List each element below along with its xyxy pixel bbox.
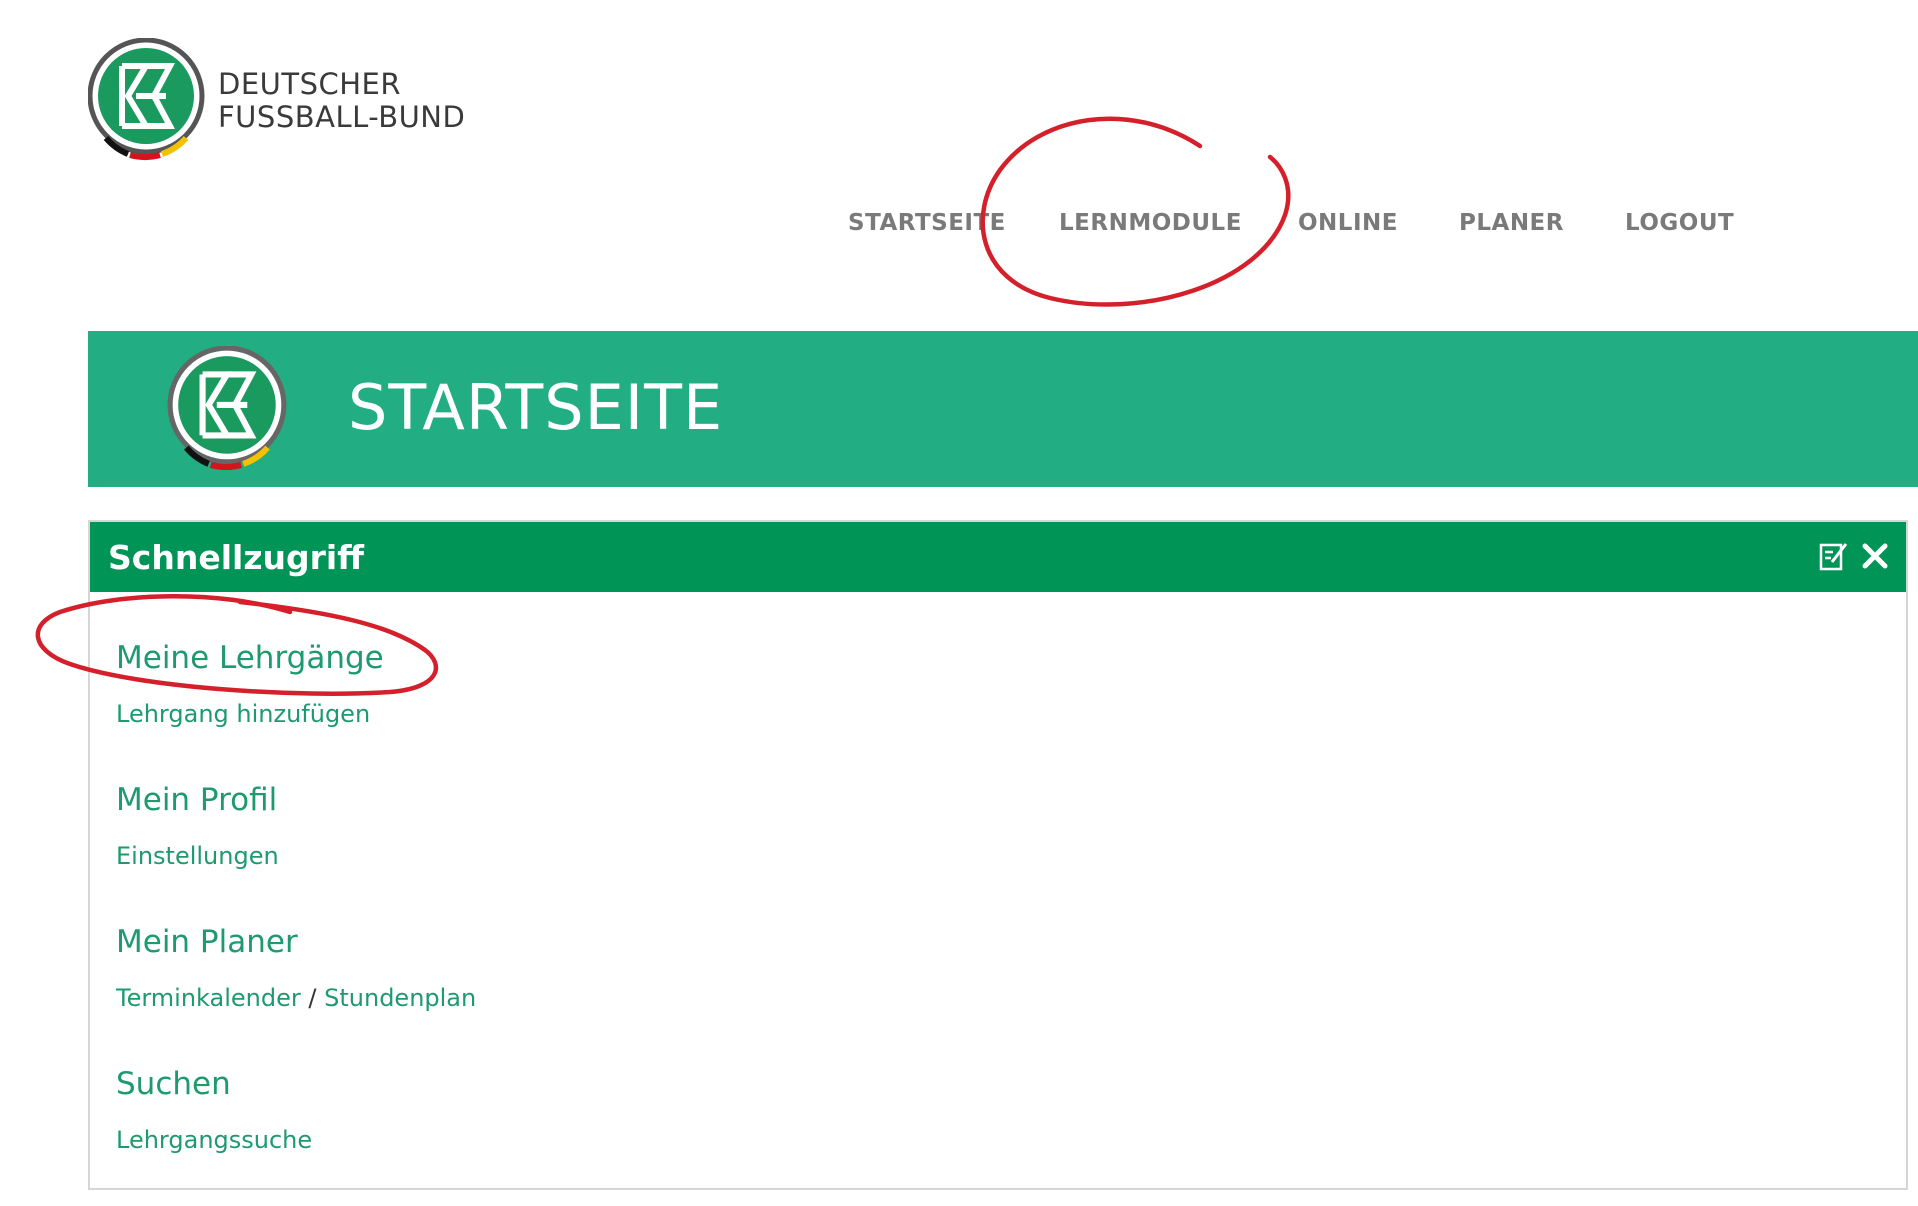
section-mein-planer[interactable]: Mein Planer (116, 924, 298, 960)
link-terminkalender[interactable]: Terminkalender (116, 984, 301, 1012)
section-links-planer: Terminkalender / Stundenplan (116, 984, 476, 1012)
dfb-logo[interactable]: DEUTSCHER FUSSBALL-BUND (88, 38, 468, 162)
dfb-logo-icon (88, 38, 205, 160)
logo-wordmark: DEUTSCHER FUSSBALL-BUND (218, 68, 465, 134)
link-separator: / (308, 984, 317, 1012)
page-header-band: STARTSEITE (88, 331, 1918, 487)
section-links-suchen: Lehrgangssuche (116, 1126, 312, 1154)
link-lehrgangssuche[interactable]: Lehrgangssuche (116, 1126, 312, 1154)
logo-line-1: DEUTSCHER (218, 67, 402, 101)
logo-line-2: FUSSBALL-BUND (218, 100, 466, 134)
link-lehrgang-hinzufuegen[interactable]: Lehrgang hinzufügen (116, 700, 370, 728)
panel-title: Schnellzugriff (108, 538, 364, 577)
nav-item-startseite[interactable]: STARTSEITE (848, 210, 1006, 236)
nav-item-logout[interactable]: LOGOUT (1625, 210, 1734, 236)
panel-header: Schnellzugriff (90, 522, 1906, 592)
nav-item-online[interactable]: ONLINE (1298, 210, 1398, 236)
close-icon[interactable] (1860, 541, 1890, 576)
section-links-lehrgaenge: Lehrgang hinzufügen (116, 700, 370, 728)
nav-item-lernmodule[interactable]: LERNMODULE (1059, 210, 1242, 236)
panel-actions (1818, 540, 1890, 574)
nav-item-planer[interactable]: PLANER (1459, 210, 1564, 236)
section-suchen[interactable]: Suchen (116, 1066, 231, 1102)
section-links-profil: Einstellungen (116, 842, 279, 870)
edit-note-icon[interactable] (1818, 540, 1850, 577)
page-title: STARTSEITE (348, 371, 724, 444)
dfb-logo-icon (167, 346, 287, 470)
section-mein-profil[interactable]: Mein Profil (116, 782, 277, 818)
section-meine-lehrgaenge[interactable]: Meine Lehrgänge (116, 640, 384, 676)
quick-access-panel: Schnellzugriff Meine Lehrgänge Lehrgang … (88, 520, 1908, 1190)
link-stundenplan[interactable]: Stundenplan (324, 984, 476, 1012)
link-einstellungen[interactable]: Einstellungen (116, 842, 279, 870)
